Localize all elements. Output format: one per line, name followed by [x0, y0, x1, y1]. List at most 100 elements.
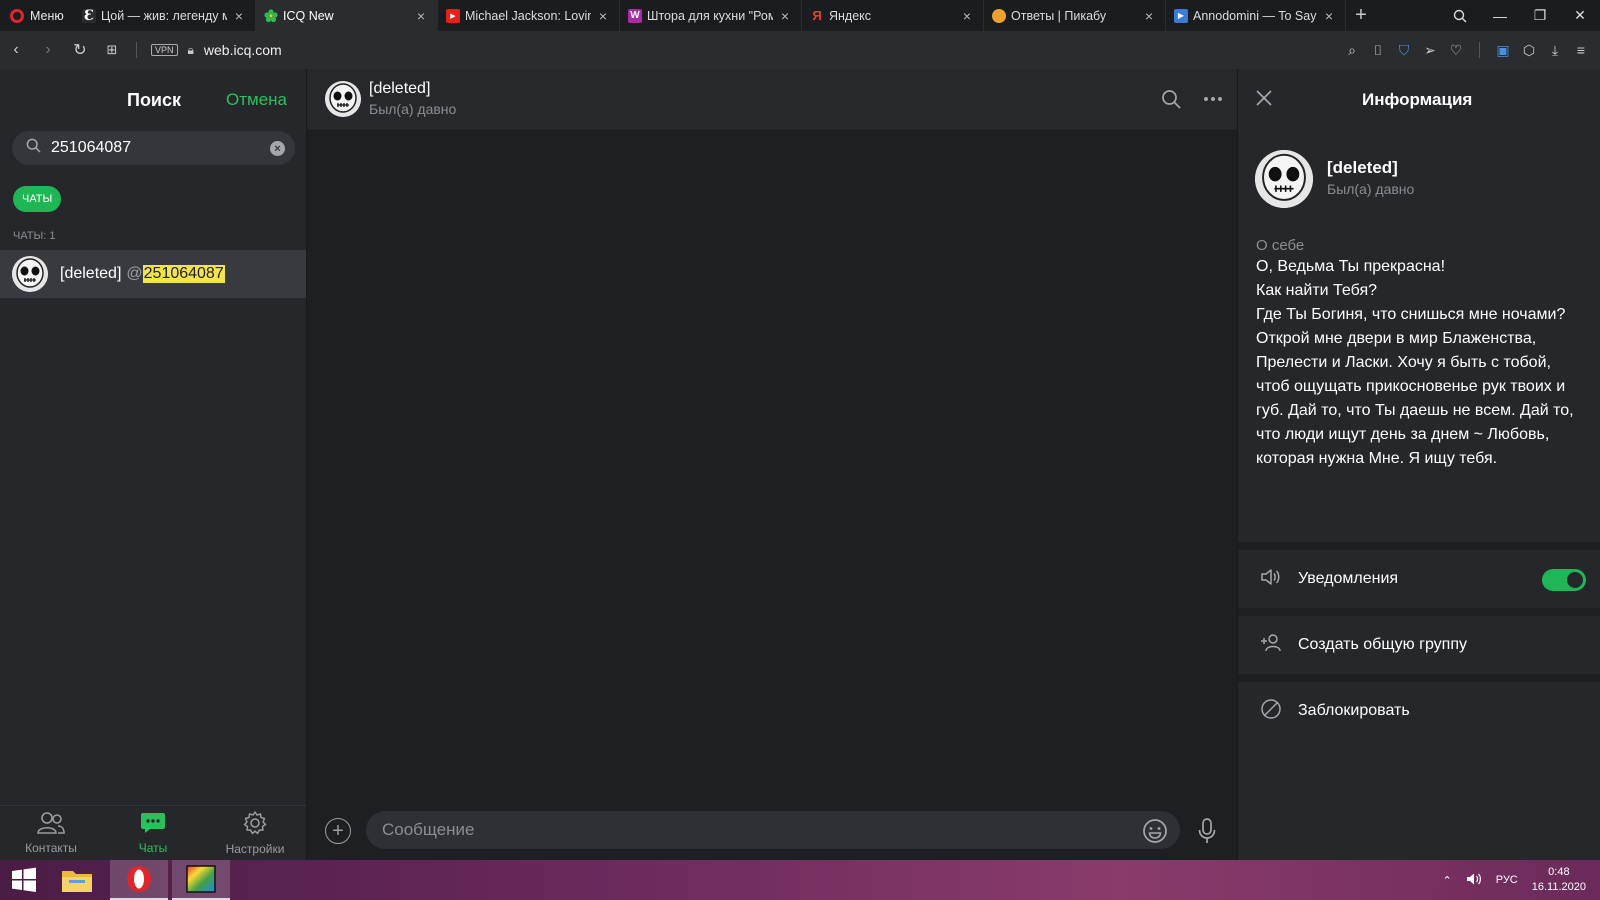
- windows-taskbar: ⌃ РУС 0:48 16.11.2020: [0, 860, 1600, 900]
- close-icon[interactable]: [1255, 89, 1273, 112]
- clock[interactable]: 0:48 16.11.2020: [1532, 865, 1586, 895]
- restore-icon[interactable]: ❐: [1520, 0, 1560, 31]
- tab-youtube[interactable]: ▶ Michael Jackson: Loving ×: [438, 0, 620, 31]
- tab-tsoi[interactable]: Ɛ Цой — жив: легенду му ×: [74, 0, 256, 31]
- opera-taskbar-icon[interactable]: [110, 860, 168, 900]
- shield-icon[interactable]: ⛉: [1393, 42, 1415, 59]
- attach-plus-icon[interactable]: +: [325, 818, 351, 844]
- left-panel: Поиск Отмена 251064087 × ЧАТЫ ЧАТЫ: 1 [d…: [0, 69, 307, 860]
- message-composer: +: [307, 804, 1237, 860]
- close-tab-icon[interactable]: ×: [1321, 8, 1337, 24]
- clear-search-icon[interactable]: ×: [270, 141, 285, 156]
- nav-settings[interactable]: Настройки: [204, 806, 306, 860]
- search-icon: [26, 138, 41, 158]
- divider: [1479, 42, 1480, 58]
- download-icon[interactable]: ⤓: [1544, 42, 1566, 59]
- tab-search-icon[interactable]: [1440, 0, 1480, 31]
- send-icon[interactable]: ➢: [1419, 42, 1441, 59]
- block-icon: [1260, 698, 1282, 725]
- nav-contacts-label: Контакты: [25, 841, 77, 855]
- icq-app: Поиск Отмена 251064087 × ЧАТЫ ЧАТЫ: 1 [d…: [0, 69, 1600, 860]
- avatar: [12, 256, 48, 292]
- tab-wildberries[interactable]: W Штора для кухни "Роме ×: [620, 0, 802, 31]
- avatar[interactable]: [1255, 150, 1313, 208]
- notifications-label: Уведомления: [1298, 570, 1399, 587]
- chats-count-label: ЧАТЫ: 1: [13, 230, 56, 242]
- search-input[interactable]: 251064087 ×: [12, 131, 295, 165]
- nav-chats-label: Чаты: [138, 841, 168, 855]
- reload-icon[interactable]: ↻: [64, 31, 96, 69]
- speaker-icon: [1260, 567, 1282, 592]
- cube-icon[interactable]: ⬡: [1518, 42, 1540, 59]
- tab-icq[interactable]: ICQ New ×: [256, 0, 438, 31]
- close-tab-icon[interactable]: ×: [413, 8, 429, 24]
- close-tab-icon[interactable]: ×: [959, 8, 975, 24]
- message-input[interactable]: [366, 811, 1180, 849]
- tray-expand-icon[interactable]: ⌃: [1443, 874, 1452, 887]
- back-icon[interactable]: ‹: [0, 31, 32, 69]
- close-tab-icon[interactable]: ×: [1141, 8, 1157, 24]
- cancel-button[interactable]: Отмена: [226, 90, 287, 110]
- create-group-row[interactable]: Создать общую группу: [1238, 616, 1600, 674]
- info-title: Информация: [1362, 90, 1473, 109]
- notifications-toggle[interactable]: [1542, 569, 1586, 591]
- microphone-icon[interactable]: [1197, 817, 1217, 850]
- emoji-icon[interactable]: [1142, 818, 1168, 849]
- block-label: Заблокировать: [1298, 702, 1410, 719]
- zoom-icon[interactable]: ⌕: [1341, 42, 1363, 59]
- close-tab-icon[interactable]: ×: [231, 8, 247, 24]
- speed-dial-icon[interactable]: ⊞: [96, 31, 128, 69]
- file-explorer-icon[interactable]: [48, 860, 106, 900]
- search-value[interactable]: 251064087: [51, 139, 131, 157]
- search-result-row[interactable]: [deleted] @ 251064087: [0, 250, 306, 298]
- chat-contact-status: Был(а) давно: [369, 101, 457, 117]
- divider: [136, 42, 137, 58]
- search-icon[interactable]: [1161, 89, 1181, 114]
- tab-pikabu[interactable]: Ответы | Пикабу ×: [984, 0, 1166, 31]
- tab-annodomini[interactable]: ▶ Annodomini — To Say G ×: [1166, 0, 1346, 31]
- heart-icon[interactable]: ♡: [1445, 42, 1467, 59]
- block-row[interactable]: Заблокировать: [1238, 682, 1600, 740]
- youtube-icon: ▶: [446, 8, 460, 23]
- forward-icon[interactable]: ›: [32, 31, 64, 69]
- language-indicator[interactable]: РУС: [1496, 874, 1518, 886]
- contacts-icon: [36, 811, 66, 838]
- minimize-icon[interactable]: —: [1480, 0, 1520, 31]
- vpn-badge[interactable]: VPN: [151, 44, 178, 56]
- volume-icon[interactable]: [1466, 872, 1482, 889]
- windows-start-icon[interactable]: [0, 860, 48, 900]
- opera-logo-icon: [10, 8, 24, 23]
- close-tab-icon[interactable]: ×: [777, 8, 793, 24]
- info-contact-status: Был(а) давно: [1327, 181, 1415, 197]
- filter-chip-chats[interactable]: ЧАТЫ: [13, 186, 62, 212]
- tab-yandex[interactable]: Я Яндекс ×: [802, 0, 984, 31]
- chat-area: [deleted] Был(а) давно +: [307, 69, 1237, 860]
- chats-icon: [140, 811, 166, 838]
- opera-menu-button[interactable]: Меню: [0, 0, 74, 31]
- notifications-row[interactable]: Уведомления: [1238, 550, 1600, 608]
- avatar[interactable]: [325, 81, 361, 117]
- vk-video-icon: ▶: [1174, 8, 1188, 23]
- camera-icon[interactable]: ⌷: [1367, 42, 1389, 59]
- result-at-sign: @: [126, 265, 143, 282]
- about-label: О себе: [1256, 237, 1305, 254]
- easy-setup-icon[interactable]: ≡: [1570, 42, 1592, 58]
- lock-icon[interactable]: 🔒︎: [188, 43, 194, 58]
- nav-chats[interactable]: Чаты: [102, 806, 204, 860]
- nav-contacts[interactable]: Контакты: [0, 806, 102, 860]
- new-tab-button[interactable]: +: [1346, 0, 1376, 31]
- close-window-icon[interactable]: ✕: [1560, 0, 1600, 31]
- window-controls: — ❐ ✕: [1440, 0, 1600, 31]
- color-app-icon[interactable]: [172, 860, 230, 900]
- extension-icon[interactable]: ▣: [1492, 42, 1514, 59]
- section-divider: [1238, 608, 1600, 616]
- nav-settings-label: Настройки: [225, 842, 285, 856]
- url-field[interactable]: web.icq.com: [204, 42, 282, 58]
- chat-contact-name[interactable]: [deleted]: [369, 80, 430, 98]
- close-tab-icon[interactable]: ×: [595, 8, 611, 24]
- wildberries-icon: W: [628, 8, 642, 23]
- address-bar-tools: ⌕ ⌷ ⛉ ➢ ♡ ▣ ⬡ ⤓ ≡: [1341, 42, 1600, 59]
- more-options-icon[interactable]: [1203, 89, 1223, 114]
- gear-icon: [242, 810, 268, 839]
- yandex-icon: Я: [812, 8, 822, 23]
